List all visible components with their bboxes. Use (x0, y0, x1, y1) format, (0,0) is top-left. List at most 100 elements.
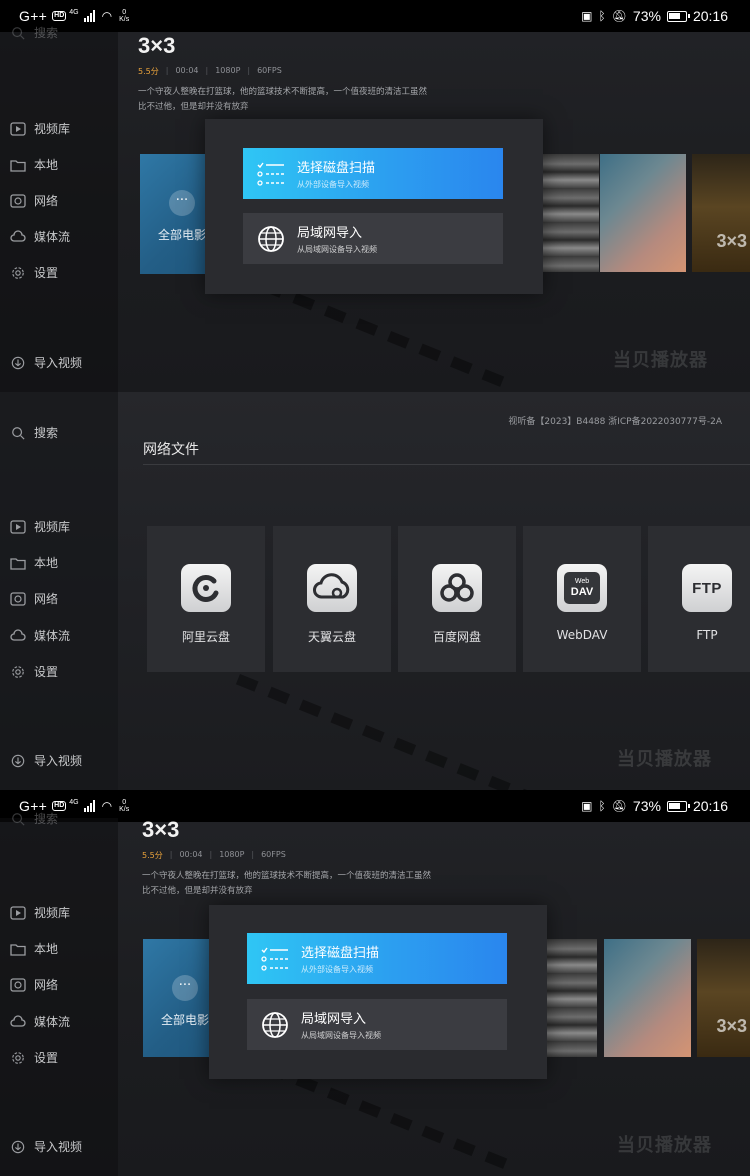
sidebar-item-search[interactable]: 搜索 (10, 810, 58, 827)
bluetooth-icon: ᛒ (598, 799, 606, 813)
battery-percent: 73% (632, 798, 661, 814)
lan-import-option[interactable]: 局域网导入 从局域网设备导入视频 (247, 999, 507, 1050)
sidebar-item-label: 媒体流 (34, 230, 71, 244)
status-bar: G++ HD 4G ◠ 0 K/s ▣ ᛒ 🔕︎ 73% 20:16 (0, 0, 750, 32)
sidebar-item-label: 设置 (34, 1051, 59, 1065)
sidebar-item-video-library[interactable]: 视频库 (10, 120, 70, 137)
movie-meta: 5.5分 | 00:04 | 1080P | 60FPS (138, 66, 282, 76)
tile-baidu-netdisk[interactable]: 百度网盘 (398, 526, 516, 672)
tile-ftp[interactable]: FTP FTP (648, 526, 750, 672)
nfc-icon: ▣ (581, 799, 593, 813)
page-title: 网络文件 (143, 442, 199, 458)
sidebar-item-local[interactable]: 本地 (10, 554, 58, 571)
tile-aliyun-drive[interactable]: 阿里云盘 (147, 526, 265, 672)
sidebar-item-label: 媒体流 (34, 1015, 71, 1029)
sidebar-item-media-stream[interactable]: 媒体流 (10, 228, 70, 245)
search-icon (10, 812, 26, 826)
option-subtitle: 从外部设备导入视频 (297, 180, 369, 189)
sidebar-item-network[interactable]: 网络 (10, 192, 58, 209)
tile-label: 天翼云盘 (307, 630, 356, 644)
movie-poster[interactable] (547, 939, 597, 1057)
import-dialog: 选择磁盘扫描 从外部设备导入视频 局域网导入 从局域网设备导入视频 (205, 119, 543, 294)
wifi-icon: ◠ (101, 799, 113, 813)
sidebar-item-media-stream[interactable]: 媒体流 (10, 1013, 70, 1030)
tile-webdav[interactable]: Web DAV WebDAV (523, 526, 641, 672)
movie-resolution: 1080P (219, 850, 245, 859)
movie-poster[interactable] (543, 154, 599, 272)
sidebar-item-settings[interactable]: 设置 (10, 264, 58, 281)
cloud-icon (10, 628, 26, 643)
signal-icon (83, 800, 95, 812)
baidu-netdisk-icon (432, 564, 482, 612)
import-icon (10, 754, 26, 768)
sidebar-item-local[interactable]: 本地 (10, 156, 58, 173)
signal-icon (83, 10, 95, 22)
movie-fps: 60FPS (257, 66, 282, 75)
video-library-icon (10, 905, 26, 920)
movie-poster[interactable]: 3×3 (692, 154, 750, 272)
tile-tianyi-cloud[interactable]: 天翼云盘 (273, 526, 391, 672)
movie-fps: 60FPS (261, 850, 286, 859)
sidebar: 搜索 视频库 本地 网络 媒体流 设置 导入视频 (0, 392, 118, 790)
sidebar-item-media-stream[interactable]: 媒体流 (10, 627, 70, 644)
lan-import-option[interactable]: 局域网导入 从局域网设备导入视频 (243, 213, 503, 264)
sidebar-item-label: 视频库 (34, 520, 71, 534)
sidebar-item-label: 网络 (34, 194, 59, 208)
all-movies-label: 全部电影 (158, 228, 207, 242)
globe-icon (259, 1009, 291, 1041)
movie-duration: 00:04 (175, 66, 199, 75)
sidebar-item-label: 设置 (34, 665, 59, 679)
sidebar-item-import-video[interactable]: 导入视频 (10, 752, 82, 769)
bluetooth-icon: ᛒ (598, 9, 606, 23)
sidebar-item-label: 导入视频 (34, 1140, 83, 1154)
battery-icon (666, 800, 690, 812)
sidebar-item-local[interactable]: 本地 (10, 940, 58, 957)
cloud-icon (10, 1014, 26, 1029)
sidebar-item-video-library[interactable]: 视频库 (10, 518, 70, 535)
network-drive-icon (10, 977, 26, 992)
movie-poster[interactable] (604, 939, 691, 1057)
movie-resolution: 1080P (215, 66, 241, 75)
disk-scan-option[interactable]: 选择磁盘扫描 从外部设备导入视频 (247, 933, 507, 984)
sidebar-item-settings[interactable]: 设置 (10, 663, 58, 680)
tile-label: FTP (696, 628, 718, 642)
sidebar-item-import-video[interactable]: 导入视频 (10, 1138, 82, 1155)
sidebar-item-label: 网络 (34, 978, 59, 992)
movie-poster[interactable] (600, 154, 686, 272)
sidebar-item-label: 视频库 (34, 906, 71, 920)
sidebar-item-search[interactable]: 搜索 (10, 24, 58, 41)
mute-bell-icon: 🔕︎ (611, 9, 627, 23)
more-icon: ··· (172, 975, 198, 1001)
network-drive-icon (10, 591, 26, 606)
cloud-icon (10, 229, 26, 244)
sidebar-item-label: 视频库 (34, 122, 71, 136)
sidebar-item-network[interactable]: 网络 (10, 590, 58, 607)
sidebar-item-network[interactable]: 网络 (10, 976, 58, 993)
network-gen-label: 4G (69, 798, 79, 806)
tile-label: 百度网盘 (432, 630, 481, 644)
clock: 20:16 (692, 8, 728, 24)
sidebar-item-search[interactable]: 搜索 (10, 424, 58, 441)
tile-label: 阿里云盘 (181, 630, 230, 644)
battery-icon (666, 10, 690, 22)
globe-icon (255, 223, 287, 255)
sidebar-item-video-library[interactable]: 视频库 (10, 904, 70, 921)
webdav-icon: Web DAV (557, 564, 607, 612)
sidebar-item-label: 本地 (34, 158, 59, 172)
search-icon (10, 26, 26, 40)
import-dialog-screen-2: G++ HD 4G ◠ 0 K/s ▣ ᛒ 🔕︎ 73% 20:16 搜索 视频库… (0, 790, 750, 1176)
import-dialog-screen-1: G++ HD 4G ◠ 0 K/s ▣ ᛒ 🔕︎ 73% 20:16 搜索 视频库… (0, 0, 750, 392)
tianyi-cloud-icon (307, 564, 357, 612)
option-title: 选择磁盘扫描 (301, 946, 380, 961)
movie-poster[interactable]: 3×3 (697, 939, 750, 1057)
disk-scan-option[interactable]: 选择磁盘扫描 从外部设备导入视频 (243, 148, 503, 199)
clock: 20:16 (692, 798, 728, 814)
poster-title: 3×3 (716, 1016, 747, 1036)
sidebar-item-import-video[interactable]: 导入视频 (10, 354, 82, 371)
watermark-logo: 当贝播放器 (617, 749, 712, 770)
ftp-icon: FTP (682, 564, 732, 612)
net-speed: 0 K/s (119, 799, 130, 813)
sidebar-item-settings[interactable]: 设置 (10, 1049, 58, 1066)
wifi-icon: ◠ (101, 9, 113, 23)
watermark-logo: 当贝播放器 (617, 1135, 712, 1156)
